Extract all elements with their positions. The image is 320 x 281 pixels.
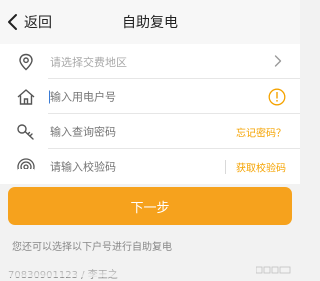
account-row[interactable] xyxy=(0,79,300,114)
nav-bar: 返回 自助复电 xyxy=(0,0,300,45)
bottom-fade xyxy=(0,267,300,277)
region-row[interactable]: 请选择交费地区 xyxy=(0,44,300,79)
warning-circle-icon[interactable] xyxy=(268,88,286,106)
saved-accounts-hint: 您还可以选择以下户号进行自助复电 xyxy=(12,242,172,253)
signal-icon xyxy=(16,157,36,177)
restore-power-form: 请选择交费地区 输入用电户号 忘记密码？ 请输入校验码 获取校验码 xyxy=(0,44,300,184)
location-pin-icon xyxy=(16,52,36,72)
page-title: 自助复电 xyxy=(122,15,178,31)
chevron-right-icon xyxy=(274,52,282,71)
forgot-password-link[interactable]: 忘记密码？ xyxy=(236,124,286,139)
captcha-row[interactable]: 获取校验码 xyxy=(0,149,300,184)
account-number-input[interactable] xyxy=(50,90,220,103)
house-icon xyxy=(16,87,36,107)
next-step-button[interactable]: 下一步 xyxy=(8,187,292,225)
get-captcha-button[interactable]: 获取校验码 xyxy=(236,159,286,174)
key-icon xyxy=(16,122,36,142)
captcha-input[interactable] xyxy=(50,160,220,173)
watermark-logo xyxy=(256,266,291,274)
region-select[interactable]: 请选择交费地区 xyxy=(50,54,220,70)
password-input[interactable] xyxy=(50,125,220,138)
vertical-divider xyxy=(225,159,226,174)
password-row[interactable]: 忘记密码？ xyxy=(0,114,300,149)
